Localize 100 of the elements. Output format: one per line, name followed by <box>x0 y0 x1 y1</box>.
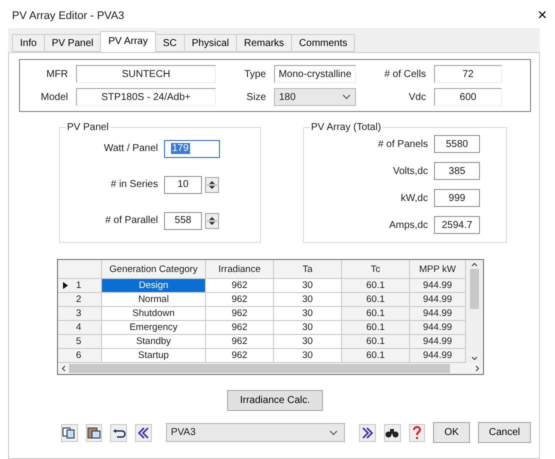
spinner-field[interactable]: 10 <box>164 176 202 194</box>
group-title: PV Panel <box>66 122 110 133</box>
spin-arrows-icon[interactable] <box>205 212 219 228</box>
table-cell: Normal <box>102 293 206 307</box>
binoculars-button[interactable] <box>384 424 401 442</box>
table-cell: 60.1 <box>342 321 410 335</box>
irradiance-calc-button[interactable]: Irradiance Calc. <box>226 390 324 411</box>
table-cell: 962 <box>206 307 274 321</box>
table-cell: 962 <box>206 335 274 349</box>
text-field[interactable]: 600 <box>434 88 502 106</box>
value-field: 385 <box>434 162 480 180</box>
item-dropdown[interactable]: PVA3 <box>166 423 346 442</box>
table-cell: 944.99 <box>410 293 466 307</box>
field-label: # of Parallel <box>104 215 158 226</box>
field-label: Type <box>243 68 266 80</box>
text-field[interactable]: 179 <box>164 140 220 158</box>
field-label: Volts,dc <box>392 166 428 176</box>
table-cell: 60.1 <box>342 279 410 293</box>
row-number: 2 <box>76 294 82 305</box>
field-label: Watt / Panel <box>102 143 158 154</box>
scrollbar-thumb[interactable] <box>470 269 479 309</box>
table-cell: 30 <box>274 349 342 363</box>
table-cell: 60.1 <box>342 349 410 363</box>
column-header: Tc <box>342 260 410 279</box>
value-field: 999 <box>434 189 480 207</box>
table-cell: Design <box>102 279 206 293</box>
table-cell: 944.99 <box>410 279 466 293</box>
table-cell: 30 <box>274 335 342 349</box>
dialog-button[interactable]: Cancel <box>478 422 531 443</box>
table-cell: 30 <box>274 307 342 321</box>
field-label: # of Cells <box>383 68 426 80</box>
field-label: Size <box>246 92 266 102</box>
column-header: Ta <box>274 260 342 279</box>
paste-button[interactable] <box>86 424 102 442</box>
tab[interactable]: Comments <box>291 34 356 52</box>
table-cell: 944.99 <box>410 321 466 335</box>
scroll-down-icon[interactable] <box>471 356 478 361</box>
dialog-button[interactable]: OK <box>433 422 470 443</box>
row-number: 5 <box>76 336 82 347</box>
copy-button[interactable] <box>61 424 78 442</box>
chevron-down-icon[interactable] <box>329 430 338 436</box>
previous-button[interactable] <box>135 424 152 442</box>
spin-arrows-icon[interactable] <box>205 176 219 192</box>
tab[interactable]: Remarks <box>236 34 292 52</box>
size-dropdown[interactable]: 180 <box>274 88 356 106</box>
field-label: Model <box>40 92 68 102</box>
field-label: # in Series <box>110 179 158 190</box>
tab[interactable]: SC <box>154 34 185 52</box>
field-label: Vdc <box>408 92 426 102</box>
table-cell: Startup <box>102 349 206 363</box>
field-label: kW,dc <box>400 192 428 204</box>
group-title: PV Array (Total) <box>310 122 382 133</box>
table-cell: 944.99 <box>410 307 466 321</box>
help-button[interactable] <box>408 424 426 442</box>
window-title: PV Array Editor - PVA3 <box>12 10 124 22</box>
text-field[interactable]: Mono-crystalline <box>274 65 356 83</box>
table-cell: 944.99 <box>410 335 466 349</box>
undo-button[interactable] <box>110 424 128 442</box>
table-cell: 962 <box>206 293 274 307</box>
row-pointer-icon <box>63 282 68 289</box>
table-cell: 60.1 <box>342 307 410 321</box>
chevron-down-icon[interactable] <box>342 94 351 100</box>
value-field: 2594.7 <box>434 216 480 234</box>
table-cell: Emergency <box>102 321 206 335</box>
row-number: 1 <box>76 280 82 291</box>
table-cell: 30 <box>274 293 342 307</box>
tab[interactable]: Info <box>12 34 45 52</box>
table-cell: 30 <box>274 321 342 335</box>
column-header: MPP kW <box>410 260 466 279</box>
tab[interactable]: PV Array <box>100 31 156 52</box>
next-button[interactable] <box>359 424 376 442</box>
table-cell: 944.99 <box>410 349 466 363</box>
tab[interactable]: Physical <box>184 34 238 52</box>
text-field[interactable]: SUNTECH <box>76 65 216 83</box>
row-number: 3 <box>76 308 82 319</box>
text-field[interactable]: 72 <box>434 65 502 83</box>
field-label: # of Panels <box>376 138 428 150</box>
tab[interactable]: PV Panel <box>44 34 102 52</box>
field-label: MFR <box>45 68 68 80</box>
table-cell: 30 <box>274 279 342 293</box>
table-cell: 962 <box>206 279 274 293</box>
value-field: 5580 <box>434 135 480 153</box>
row-number: 6 <box>76 350 82 361</box>
scroll-up-icon[interactable] <box>471 262 478 267</box>
text-field[interactable]: STP180S - 24/Adb+ <box>76 88 216 106</box>
table-cell: 60.1 <box>342 293 410 307</box>
table-cell: 60.1 <box>342 335 410 349</box>
table-cell: 962 <box>206 321 274 335</box>
table-cell: Shutdown <box>102 307 206 321</box>
question-mark-icon <box>411 426 424 440</box>
scroll-right-icon[interactable] <box>475 365 480 372</box>
close-button[interactable]: × <box>534 7 551 25</box>
row-number: 4 <box>76 322 82 333</box>
column-header: Irradiance <box>206 260 274 279</box>
column-header: Generation Category <box>102 260 206 279</box>
table-cell: Standby <box>102 335 206 349</box>
table-cell: 962 <box>206 349 274 363</box>
scroll-left-icon[interactable] <box>61 365 66 372</box>
spinner-field[interactable]: 558 <box>164 212 202 230</box>
field-label: Amps,dc <box>388 220 428 230</box>
